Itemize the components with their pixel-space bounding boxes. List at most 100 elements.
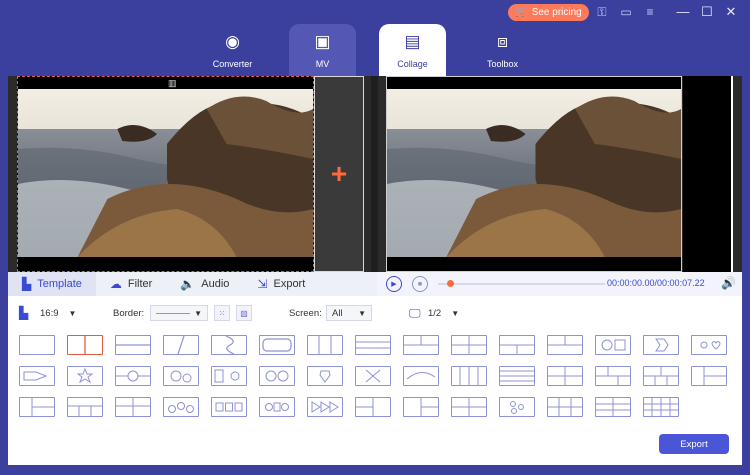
minimize-icon[interactable]: — <box>676 4 690 20</box>
template-item[interactable] <box>163 397 199 417</box>
tab-converter-label: Converter <box>212 59 253 69</box>
template-item[interactable] <box>547 397 583 417</box>
template-item[interactable] <box>499 366 535 386</box>
template-item[interactable] <box>595 397 631 417</box>
collage-cell-empty[interactable]: + <box>314 76 364 272</box>
ratio-select[interactable]: 16:9 ▼ <box>40 308 76 319</box>
tab-converter[interactable]: ◉ Converter <box>199 24 266 76</box>
output-preview-frame <box>387 89 681 257</box>
collage-icon: ▤ <box>404 32 421 51</box>
template-item[interactable] <box>19 366 55 386</box>
add-media-icon[interactable]: + <box>331 160 347 188</box>
chevron-down-icon: ▼ <box>358 308 366 318</box>
tab-template-label: Template <box>37 278 82 290</box>
film-icon: ▥ <box>168 78 177 88</box>
key-icon[interactable]: ⚿ <box>594 4 610 20</box>
tab-mv[interactable]: ▣ MV <box>289 24 356 76</box>
see-pricing-label: See pricing <box>531 7 582 18</box>
template-item[interactable] <box>211 335 247 355</box>
ratio-value: 16:9 <box>40 307 59 319</box>
mv-icon: ▣ <box>314 32 331 51</box>
template-item[interactable] <box>163 335 199 355</box>
template-item[interactable] <box>691 366 727 386</box>
template-item[interactable] <box>307 397 343 417</box>
tab-collage[interactable]: ▤ Collage <box>379 24 446 76</box>
toolbox-icon: ⧈ <box>497 32 508 51</box>
tab-filter[interactable]: ☁ Filter <box>96 272 166 296</box>
template-item[interactable] <box>115 335 151 355</box>
panel-tabs: ▙ Template ☁ Filter 🔈 Audio ⇲ Export <box>8 272 377 296</box>
feedback-icon[interactable]: ▭ <box>618 4 634 20</box>
audio-icon: 🔈 <box>180 277 196 291</box>
preview-area: ▥ + <box>8 76 742 272</box>
template-item[interactable] <box>547 366 583 386</box>
converter-icon: ◉ <box>225 32 240 51</box>
chevron-down-icon: ▼ <box>451 308 460 318</box>
template-item[interactable] <box>595 335 631 355</box>
template-item[interactable] <box>643 335 679 355</box>
template-item[interactable] <box>115 397 151 417</box>
stop-button[interactable]: ■ <box>412 276 428 292</box>
template-item[interactable] <box>307 335 343 355</box>
template-item[interactable] <box>115 366 151 386</box>
template-item[interactable] <box>403 335 439 355</box>
output-preview <box>386 76 682 272</box>
template-item[interactable] <box>355 366 391 386</box>
template-item[interactable] <box>355 335 391 355</box>
tab-template[interactable]: ▙ Template <box>8 272 96 296</box>
template-item[interactable] <box>307 366 343 386</box>
border-color-button[interactable]: ⁙ <box>214 305 230 321</box>
template-item[interactable] <box>67 397 103 417</box>
template-item[interactable] <box>259 397 295 417</box>
template-item[interactable] <box>67 366 103 386</box>
template-item[interactable] <box>211 366 247 386</box>
progress-handle[interactable] <box>447 280 454 287</box>
tab-audio[interactable]: 🔈 Audio <box>166 272 243 296</box>
tab-toolbox[interactable]: ⧈ Toolbox <box>469 24 536 76</box>
preview-divider <box>371 76 378 272</box>
close-icon[interactable]: ✕ <box>724 4 738 20</box>
template-item[interactable] <box>451 366 487 386</box>
screen-label: Screen: <box>289 307 322 319</box>
template-item[interactable] <box>403 397 439 417</box>
template-item[interactable] <box>355 397 391 417</box>
page-select[interactable]: 1/2 ▼ <box>428 308 459 319</box>
template-item[interactable] <box>163 366 199 386</box>
template-item[interactable] <box>19 397 55 417</box>
play-button[interactable]: ▶ <box>386 276 402 292</box>
progress-track[interactable] <box>438 283 605 285</box>
seashore-video-frame <box>18 89 313 257</box>
maximize-icon[interactable]: ☐ <box>700 4 714 20</box>
tab-collage-label: Collage <box>397 59 428 69</box>
filter-icon: ☁ <box>109 277 122 291</box>
template-item[interactable] <box>691 335 727 355</box>
template-item[interactable] <box>67 335 103 355</box>
template-icon: ▙ <box>22 277 32 291</box>
template-item[interactable] <box>451 335 487 355</box>
template-item[interactable] <box>643 366 679 386</box>
aspect-ratio-icon: ▙ <box>19 306 29 320</box>
template-item[interactable] <box>259 366 295 386</box>
tab-export[interactable]: ⇲ Export <box>243 272 319 296</box>
tab-audio-label: Audio <box>201 278 230 290</box>
screen-select[interactable]: All ▼ <box>326 305 372 321</box>
border-style-select[interactable]: ▼ <box>150 305 208 321</box>
template-item[interactable] <box>643 397 679 417</box>
template-item[interactable] <box>499 397 535 417</box>
template-item[interactable] <box>403 366 439 386</box>
template-item[interactable] <box>547 335 583 355</box>
chevron-down-icon: ▼ <box>68 308 77 318</box>
menu-icon[interactable]: ≡ <box>642 4 658 20</box>
export-button[interactable]: Export <box>659 434 729 454</box>
template-item[interactable] <box>451 397 487 417</box>
collage-cell-video[interactable]: ▥ <box>17 76 314 272</box>
template-item[interactable] <box>19 335 55 355</box>
monitor-icon: 🖵 <box>409 305 421 320</box>
template-item[interactable] <box>259 335 295 355</box>
see-pricing-button[interactable]: 🛒 See pricing <box>508 4 589 21</box>
border-pattern-button[interactable]: ▨ <box>236 305 252 321</box>
volume-icon[interactable]: 🔊 <box>721 276 736 290</box>
template-item[interactable] <box>499 335 535 355</box>
template-item[interactable] <box>595 366 631 386</box>
template-item[interactable] <box>211 397 247 417</box>
